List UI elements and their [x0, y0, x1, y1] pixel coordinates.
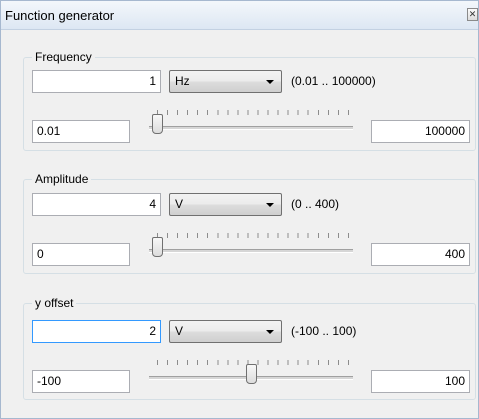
y-offset-slider[interactable]	[149, 360, 353, 388]
amplitude-unit-value: V	[175, 197, 184, 211]
y-offset-unit-value: V	[175, 324, 184, 338]
amplitude-min-input[interactable]: 0	[32, 243, 130, 266]
slider-thumb[interactable]	[152, 114, 163, 134]
chevron-down-icon	[266, 203, 274, 207]
frequency-min-input[interactable]: 0.01	[32, 120, 130, 143]
slider-thumb[interactable]	[152, 237, 163, 257]
frequency-group-label: Frequency	[32, 50, 95, 65]
frequency-range-text: (0.01 .. 100000)	[291, 74, 376, 88]
amplitude-slider[interactable]	[149, 233, 353, 261]
amplitude-group-label: Amplitude	[32, 172, 92, 187]
y-offset-range-text: (-100 .. 100)	[291, 324, 357, 338]
frequency-unit-value: Hz	[175, 74, 190, 88]
frequency-unit-select[interactable]: Hz	[169, 70, 282, 93]
close-icon[interactable]: ✕	[467, 8, 478, 21]
window-title: Function generator	[5, 8, 115, 23]
chevron-down-icon	[266, 330, 274, 334]
y-offset-max-input[interactable]: 100	[371, 370, 470, 393]
y-offset-unit-select[interactable]: V	[169, 320, 282, 343]
frequency-max-input[interactable]: 100000	[371, 120, 470, 143]
amplitude-range-text: (0 .. 400)	[291, 197, 340, 211]
slider-ticks	[157, 110, 349, 115]
y-offset-min-input[interactable]: -100	[32, 370, 130, 393]
slider-track	[149, 249, 353, 253]
chevron-down-icon	[266, 80, 274, 84]
amplitude-value-input[interactable]: 4	[32, 193, 161, 216]
title-bar: Function generator ✕	[1, 1, 478, 30]
amplitude-unit-select[interactable]: V	[169, 193, 282, 216]
close-glyph: ✕	[468, 9, 477, 19]
y-offset-group-label: y offset	[32, 296, 77, 311]
frequency-slider[interactable]	[149, 110, 353, 138]
slider-ticks	[157, 233, 349, 238]
slider-track	[149, 126, 353, 130]
frequency-value-input[interactable]: 1	[32, 70, 161, 93]
y-offset-value-input[interactable]: 2	[32, 320, 161, 343]
slider-thumb[interactable]	[246, 364, 257, 384]
function-generator-window: Function generator ✕ Frequency 1 Hz (0.0…	[0, 0, 479, 419]
amplitude-max-input[interactable]: 400	[371, 243, 470, 266]
